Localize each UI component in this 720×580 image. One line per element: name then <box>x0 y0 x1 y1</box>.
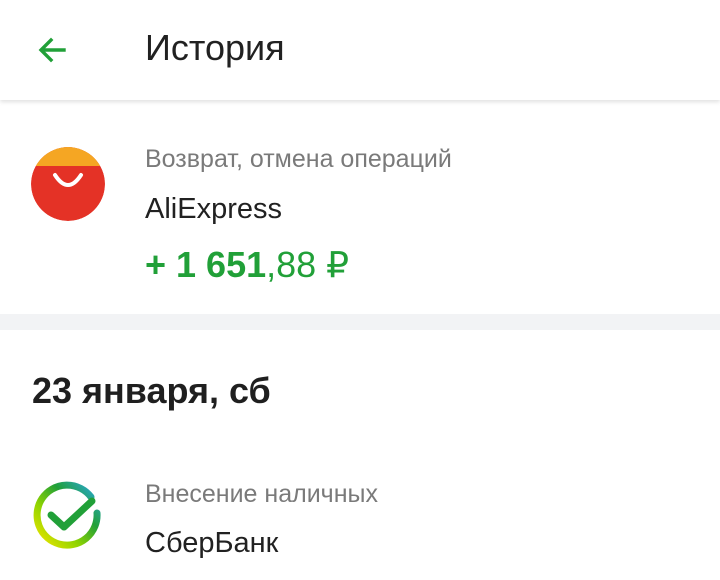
back-button[interactable] <box>24 22 80 78</box>
toolbar: История <box>0 0 720 100</box>
page-title: История <box>145 27 285 68</box>
transaction-item-sberbank[interactable]: Внесение наличных СберБанк <box>0 460 720 580</box>
aliexpress-logo-icon <box>31 147 105 221</box>
amount-fraction: ,88 ₽ <box>266 244 350 285</box>
date-group-header: 23 января, сб <box>32 370 271 411</box>
transaction-merchant: AliExpress <box>145 193 282 225</box>
transaction-category: Внесение наличных <box>145 480 378 508</box>
sberbank-logo-icon <box>31 481 105 555</box>
transaction-item-aliexpress[interactable]: Возврат, отмена операций AliExpress + 1 … <box>0 100 720 314</box>
transaction-category: Возврат, отмена операций <box>145 145 452 173</box>
arrow-left-icon <box>38 37 66 63</box>
amount-integer: + 1 651 <box>145 244 267 285</box>
transaction-merchant: СберБанк <box>145 527 279 559</box>
transaction-amount: + 1 651,88 ₽ <box>145 243 349 287</box>
section-divider <box>0 314 720 330</box>
history-screen: История Возврат, отмена операций AliExpr… <box>0 0 720 580</box>
